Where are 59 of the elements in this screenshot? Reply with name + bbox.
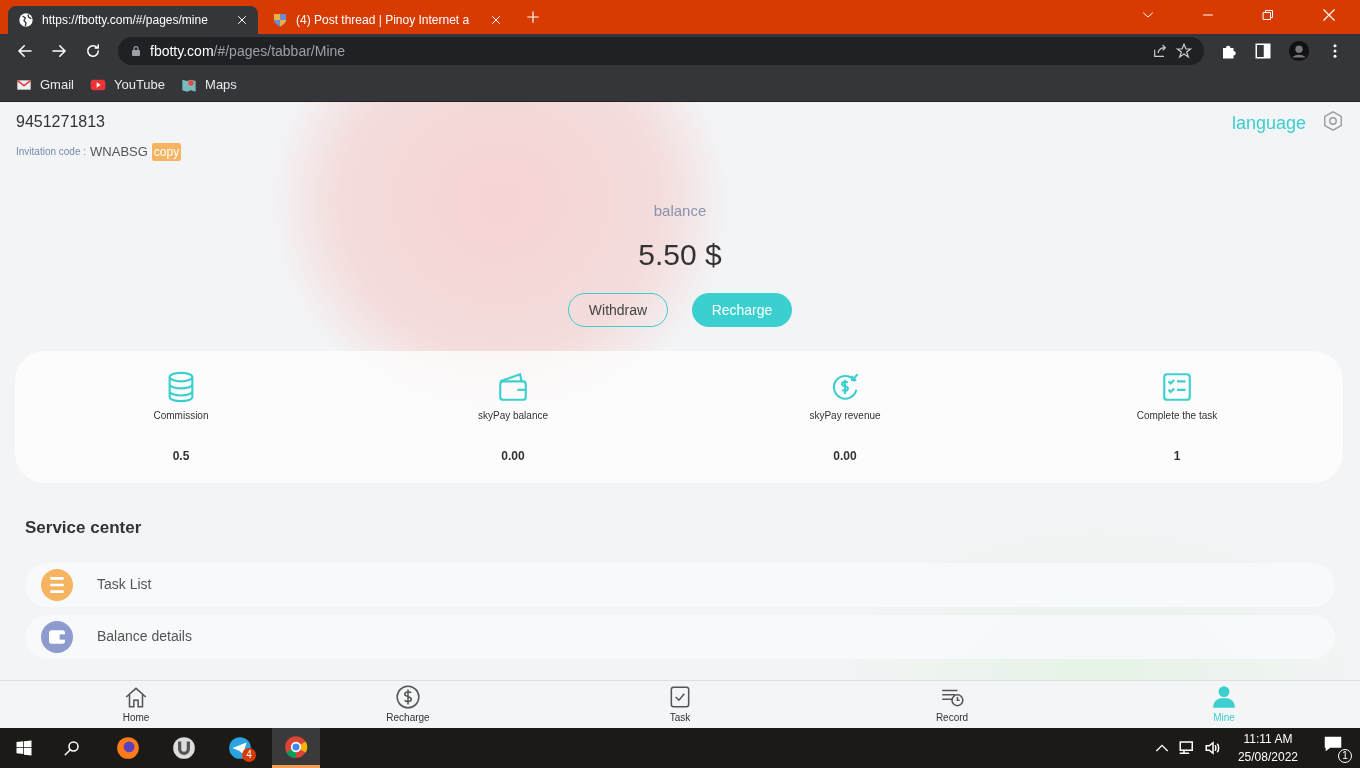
service-label: Balance details bbox=[97, 627, 192, 646]
bookmark[interactable]: YouTube bbox=[89, 74, 166, 95]
volume-icon[interactable] bbox=[1203, 739, 1222, 757]
section-title: Service center bbox=[25, 517, 143, 539]
browser-tab[interactable]: https://fbotty.com/#/pages/mine bbox=[8, 6, 258, 34]
stat-label: Commission bbox=[153, 408, 209, 423]
balance-label: balance bbox=[652, 200, 708, 221]
search-icon[interactable] bbox=[63, 739, 81, 757]
shield-icon bbox=[272, 12, 288, 28]
close-icon[interactable] bbox=[236, 14, 248, 26]
invitation-label: Invitation code : bbox=[16, 145, 87, 160]
settings-icon[interactable] bbox=[1322, 110, 1344, 132]
invitation-code: WNABSG bbox=[90, 143, 148, 161]
forward-icon[interactable] bbox=[50, 42, 68, 60]
notification-count: 1 bbox=[1338, 749, 1352, 763]
star-icon[interactable] bbox=[1176, 43, 1192, 59]
taskbar-app[interactable]: 4 bbox=[216, 728, 264, 768]
nav-tab[interactable]: Home bbox=[0, 681, 272, 728]
stat-value: 0.00 bbox=[833, 447, 857, 465]
new-tab-icon[interactable] bbox=[526, 10, 540, 24]
share-icon[interactable] bbox=[1152, 43, 1168, 59]
stat-value: 0.00 bbox=[501, 447, 525, 465]
back-icon[interactable] bbox=[16, 42, 34, 60]
avatar-icon[interactable] bbox=[1288, 40, 1310, 62]
restore-icon[interactable] bbox=[1262, 9, 1274, 21]
lock-icon bbox=[130, 45, 142, 57]
nav-tab[interactable]: Record bbox=[816, 681, 1088, 728]
service-label: Task List bbox=[97, 575, 152, 594]
nav-tab[interactable]: Task bbox=[544, 681, 816, 728]
service-row[interactable]: Task List bbox=[25, 562, 1335, 607]
address-bar[interactable]: fbotty.com/#/pages/tabbar/Mine bbox=[118, 37, 1204, 65]
bookmark[interactable]: Maps bbox=[181, 74, 237, 95]
stat-label: skyPay revenue bbox=[809, 408, 881, 423]
nav-tab[interactable]: Recharge bbox=[272, 681, 544, 728]
badge: 4 bbox=[242, 748, 256, 762]
windows-icon[interactable] bbox=[15, 739, 33, 757]
globe-icon bbox=[18, 12, 34, 28]
stat-label: Complete the task bbox=[1136, 408, 1218, 423]
network-icon[interactable] bbox=[1177, 739, 1196, 757]
notification-button[interactable]: 1 bbox=[1322, 733, 1352, 763]
person-icon bbox=[1211, 684, 1237, 710]
clock-time: 11:11 AM bbox=[1242, 731, 1294, 748]
stat-value: 1 bbox=[1173, 447, 1181, 465]
balance-amount: 5.50 $ bbox=[637, 237, 723, 273]
stat-value: 0.5 bbox=[172, 447, 190, 465]
reload-icon[interactable] bbox=[84, 42, 102, 60]
clock-date: 25/08/2022 bbox=[1237, 749, 1298, 766]
dollar-icon bbox=[395, 684, 421, 710]
bookmark[interactable]: Gmail bbox=[16, 74, 74, 95]
side-panel-icon[interactable] bbox=[1254, 42, 1272, 60]
taskbar-app[interactable] bbox=[272, 728, 320, 768]
service-row[interactable]: Balance details bbox=[25, 614, 1335, 659]
account-number: 9451271813 bbox=[16, 112, 106, 132]
url-text: fbotty.com/#/pages/tabbar/Mine bbox=[150, 41, 346, 61]
stat-label: skyPay balance bbox=[477, 408, 548, 423]
browser-icon bbox=[115, 735, 141, 761]
browser-tab[interactable]: (4) Post thread | Pinoy Internet a bbox=[262, 6, 512, 34]
tab-title: (4) Post thread | Pinoy Internet a bbox=[296, 12, 471, 29]
tab-title: https://fbotty.com/#/pages/mine bbox=[42, 12, 209, 29]
